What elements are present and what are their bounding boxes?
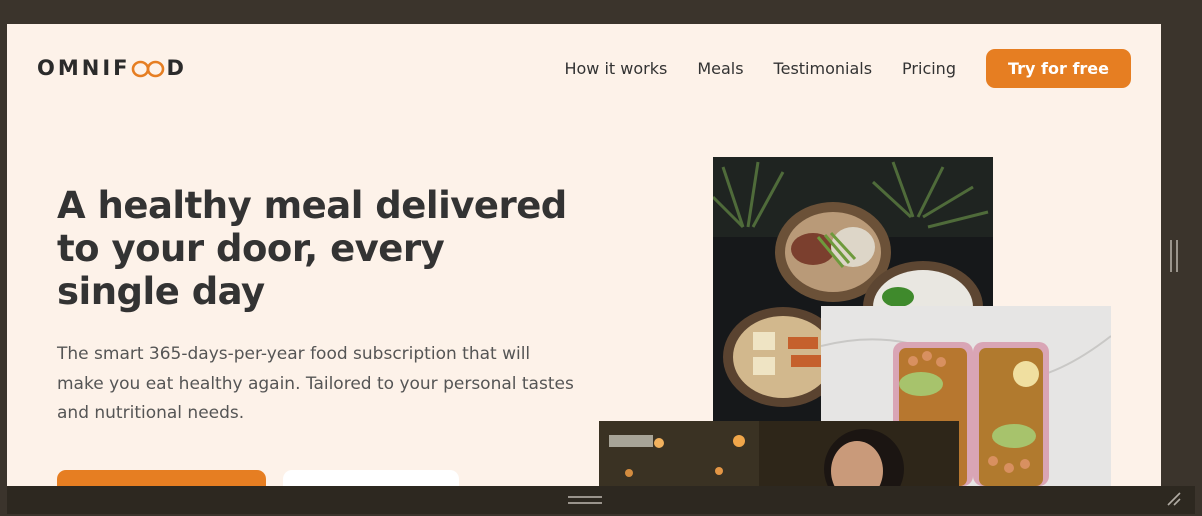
main-nav: How it works Meals Testimonials Pricing … (534, 49, 1131, 88)
logo-text-before: OMNIF (37, 56, 131, 80)
nav-how-it-works[interactable]: How it works (564, 59, 667, 78)
horizontal-resize-grip-icon[interactable] (568, 496, 602, 504)
vertical-resize-grip-icon[interactable] (1170, 240, 1178, 272)
hero-secondary-button[interactable] (283, 470, 459, 486)
site-header: OMNIF D How it works Meals Testimonials … (7, 24, 1161, 114)
hero-description: The smart 365-days-per-year food subscri… (57, 344, 574, 423)
nav-pricing[interactable]: Pricing (902, 59, 956, 78)
nav-testimonials[interactable]: Testimonials (774, 59, 873, 78)
hero-primary-button[interactable] (57, 470, 266, 486)
browser-viewport: OMNIF D How it works Meals Testimonials … (7, 24, 1161, 486)
hero-title: A healthy meal delivered to your door, e… (57, 184, 567, 313)
logo[interactable]: OMNIF D (37, 56, 187, 80)
resize-corner-icon[interactable] (1166, 491, 1182, 507)
nav-meals[interactable]: Meals (697, 59, 743, 78)
restaurant-customer-photo (599, 421, 959, 486)
try-for-free-button[interactable]: Try for free (985, 49, 1131, 88)
logo-text-after: D (166, 56, 187, 80)
infinity-loop-icon (131, 59, 165, 78)
